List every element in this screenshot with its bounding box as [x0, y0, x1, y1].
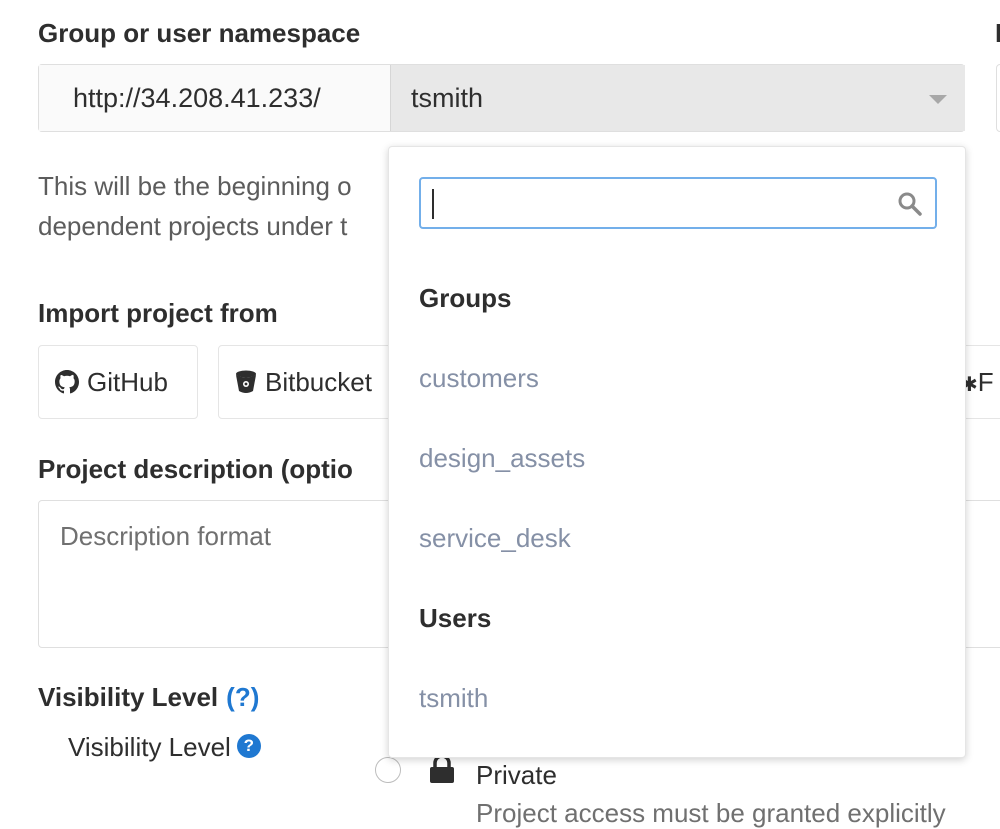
dropdown-search-box — [419, 177, 937, 229]
description-label: Project description (optio — [38, 454, 353, 484]
question-circle-icon[interactable]: ? — [236, 734, 261, 759]
namespace-selected-value: tsmith — [411, 83, 484, 113]
github-icon — [55, 370, 79, 394]
dropdown-users-header: Users — [419, 603, 492, 633]
text-cursor — [432, 189, 434, 219]
dropdown-group-item[interactable]: service_desk — [419, 523, 571, 554]
url-prefix: http://34.208.41.233/ — [39, 65, 390, 131]
visibility-private-label: Private — [476, 760, 557, 790]
project-name-input[interactable] — [996, 64, 1000, 132]
import-other-label: F — [977, 367, 994, 397]
import-bitbucket-button[interactable]: Bitbucket — [218, 345, 398, 419]
import-bitbucket-label: Bitbucket — [265, 367, 372, 397]
namespace-select[interactable]: tsmith — [390, 65, 965, 131]
dropdown-group-item[interactable]: customers — [419, 363, 539, 394]
chevron-down-icon — [929, 95, 947, 104]
dropdown-group-item[interactable]: design_assets — [419, 443, 585, 474]
namespace-dropdown: Groups customers design_assets service_d… — [388, 146, 966, 758]
import-label: Import project from — [38, 298, 278, 328]
namespace-help-line-2: dependent projects under t — [38, 211, 348, 241]
dropdown-groups-header: Groups — [419, 283, 512, 313]
dropdown-search-input[interactable] — [431, 179, 875, 227]
namespace-field: http://34.208.41.233/ tsmith — [38, 64, 965, 132]
project-name-label-cut: I — [995, 18, 1000, 48]
visibility-sub-label: Visibility Level? — [68, 732, 261, 763]
search-icon — [898, 192, 922, 216]
visibility-sub-label-text: Visibility Level — [68, 732, 231, 762]
namespace-help-line-1: This will be the beginning o — [38, 171, 352, 201]
namespace-help-text: This will be the beginning o dependent p… — [38, 166, 378, 246]
import-github-button[interactable]: GitHub — [38, 345, 198, 419]
visibility-private-radio[interactable] — [375, 757, 401, 783]
namespace-label: Group or user namespace — [38, 18, 361, 48]
visibility-private-description: Project access must be granted explicitl… — [476, 798, 946, 828]
lock-icon — [428, 754, 456, 789]
import-github-label: GitHub — [87, 367, 168, 397]
visibility-label: Visibility Level (?) — [38, 682, 259, 713]
visibility-help-link[interactable]: (?) — [226, 682, 259, 712]
dropdown-user-item[interactable]: tsmith — [419, 683, 488, 714]
description-placeholder: Description format — [60, 521, 271, 551]
visibility-label-text: Visibility Level — [38, 682, 219, 712]
bitbucket-icon — [236, 370, 256, 394]
